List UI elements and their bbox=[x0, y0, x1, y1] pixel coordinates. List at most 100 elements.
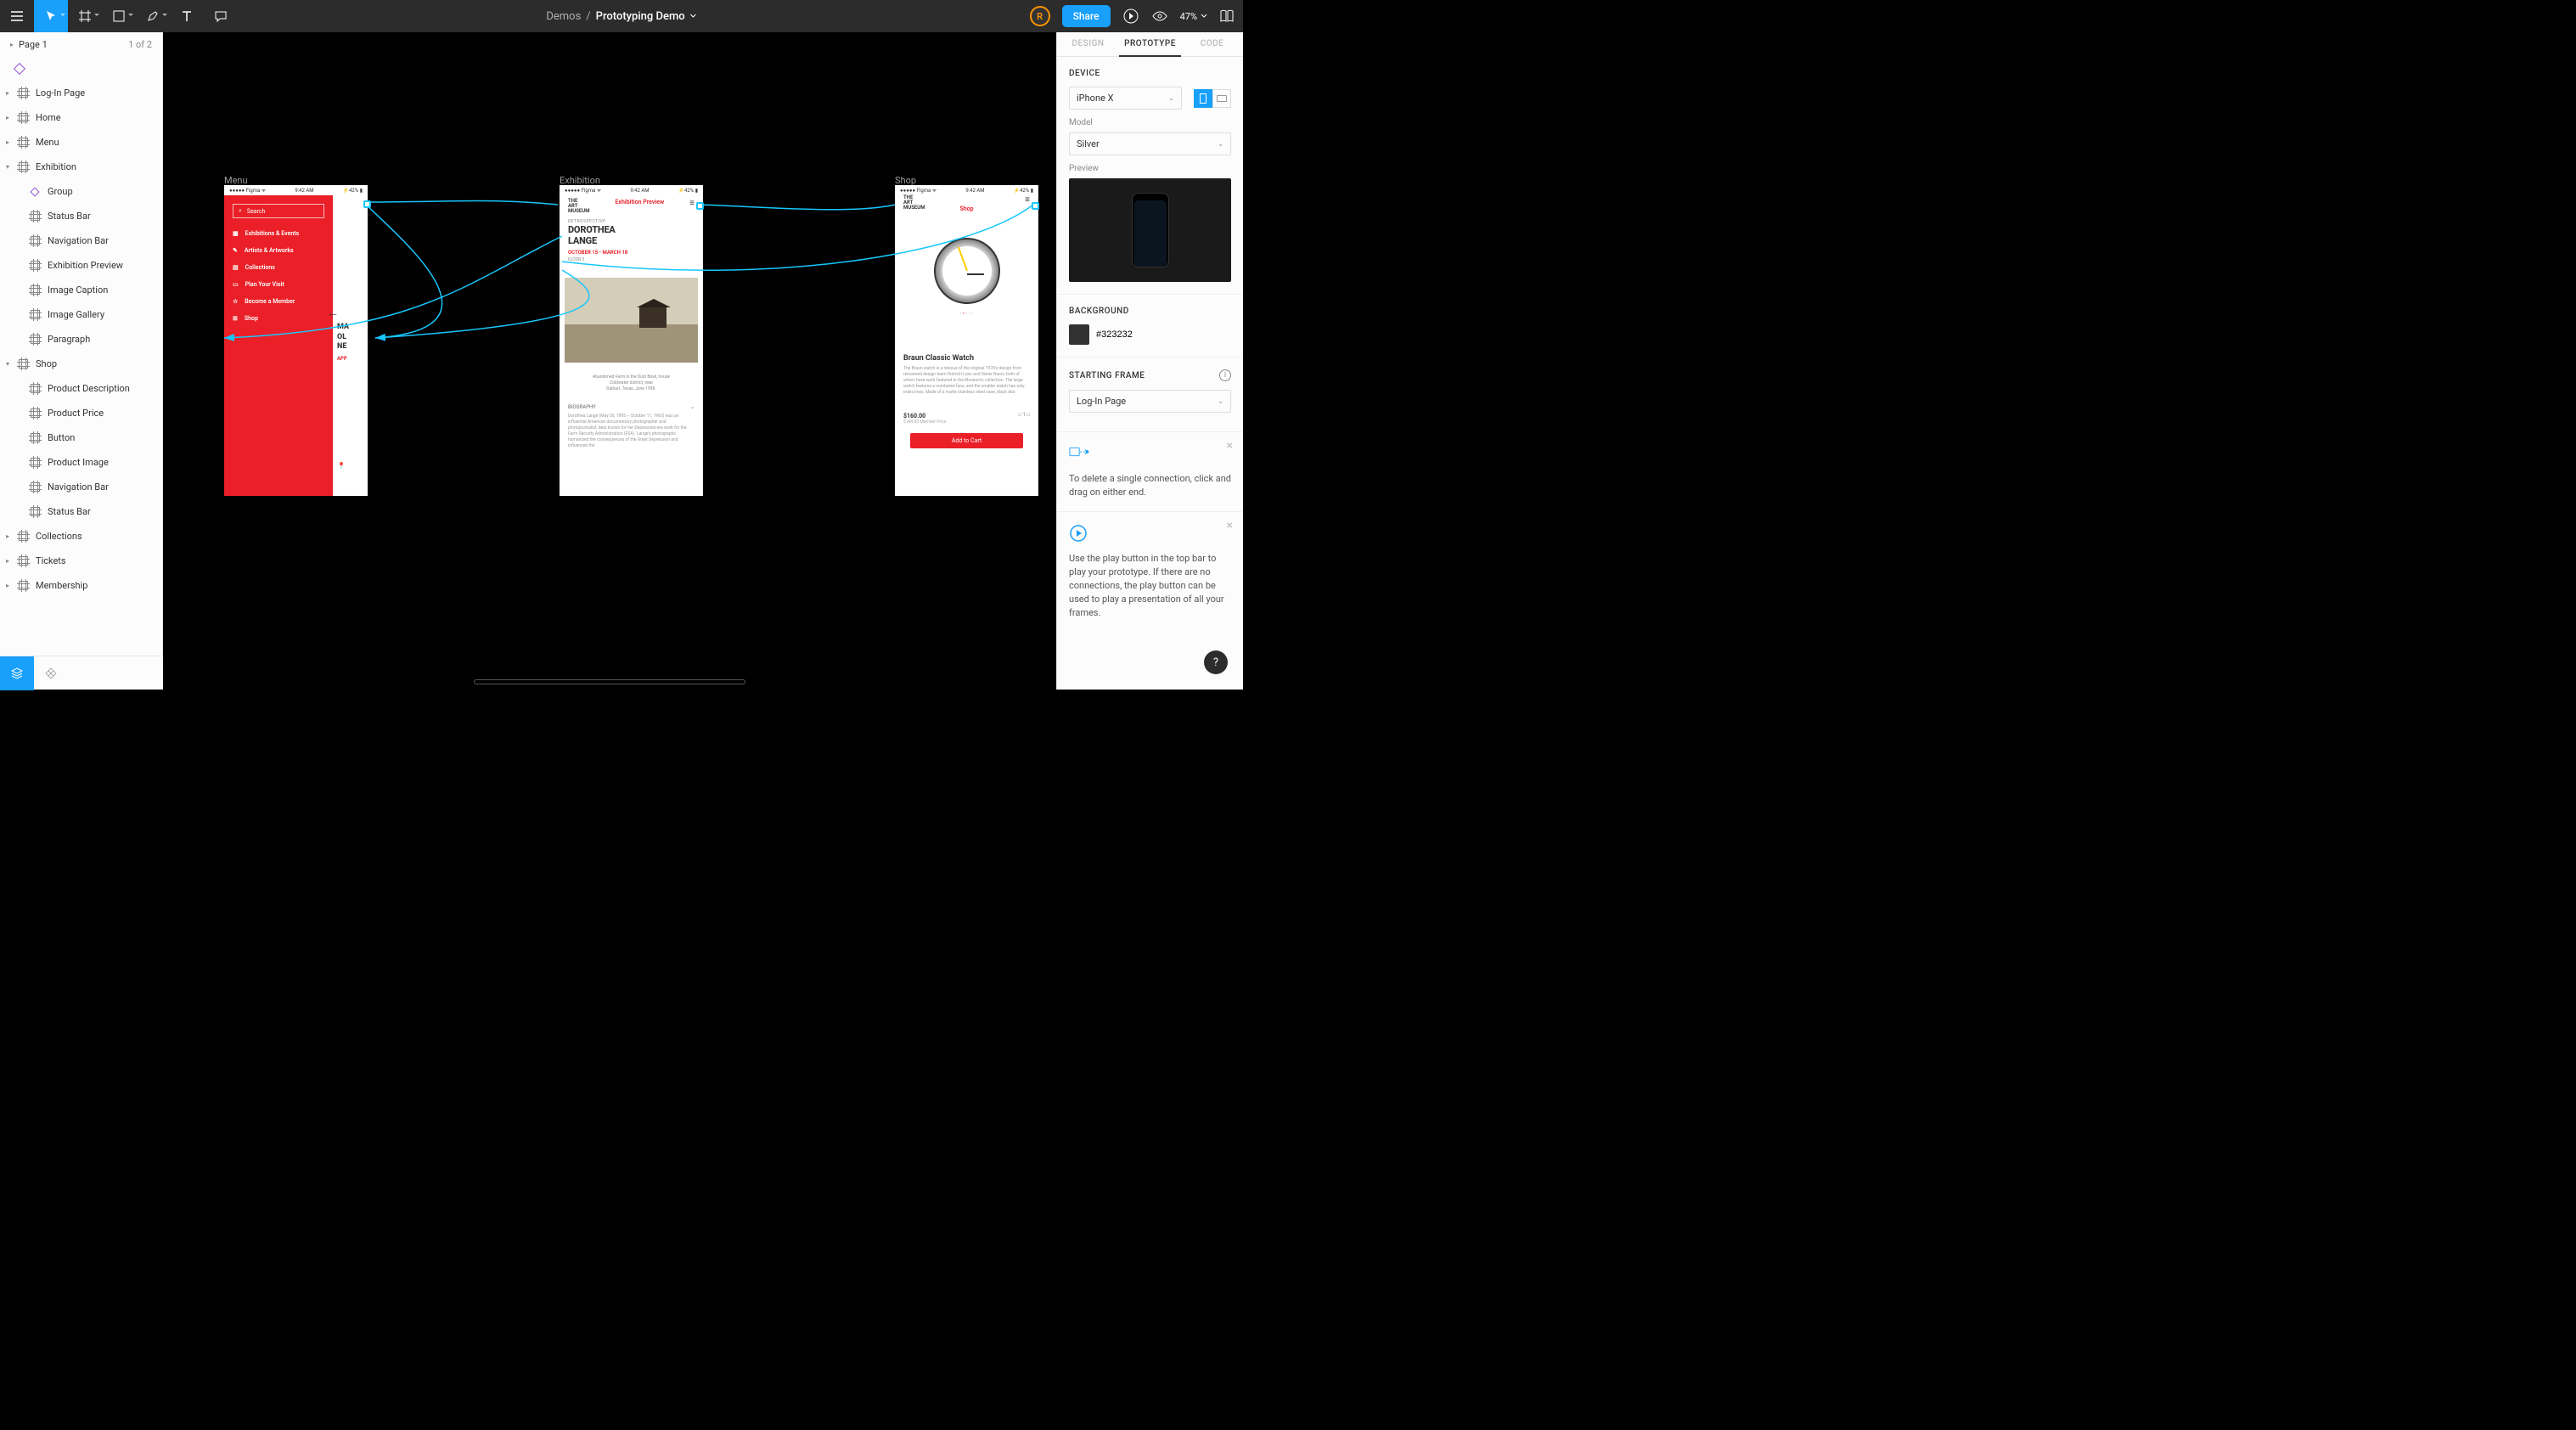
layer-image-caption[interactable]: Image Caption bbox=[0, 278, 162, 302]
exhibition-dates: OCTOBER 15 - MARCH 18 bbox=[568, 250, 695, 256]
frame-icon bbox=[31, 335, 40, 344]
layer-image-gallery[interactable]: Image Gallery bbox=[0, 302, 162, 327]
tab-design[interactable]: DESIGN bbox=[1057, 32, 1119, 56]
hamburger-icon[interactable]: ≡ bbox=[1025, 195, 1030, 205]
avatar[interactable]: R bbox=[1030, 6, 1050, 26]
comment-tool[interactable] bbox=[204, 0, 238, 32]
main-menu-button[interactable] bbox=[0, 0, 34, 32]
chevron-down-icon[interactable] bbox=[690, 13, 697, 20]
chevron-down-icon: ⌄ bbox=[1218, 140, 1223, 148]
landscape-button[interactable] bbox=[1212, 89, 1231, 108]
move-tool[interactable] bbox=[34, 0, 68, 32]
menu-item-artists[interactable]: ✎Artists & Artworks bbox=[233, 242, 324, 259]
quantity-stepper[interactable]: □ 1 □ bbox=[1018, 412, 1030, 418]
book-icon bbox=[1219, 8, 1235, 24]
layer-log-in-page[interactable]: ▸Log-In Page bbox=[0, 81, 162, 105]
menu-item-exhibitions[interactable]: ▦Exhibitions & Events bbox=[233, 225, 324, 242]
zoom-level[interactable]: 47% bbox=[1180, 11, 1207, 22]
layer-membership[interactable]: ▸Membership bbox=[0, 573, 162, 598]
exhibition-title: DOROTHEA LANGE bbox=[568, 224, 695, 246]
menu-item-plan-visit[interactable]: ▭Plan Your Visit bbox=[233, 276, 324, 293]
connection-node[interactable] bbox=[363, 200, 371, 208]
shape-tool[interactable] bbox=[102, 0, 136, 32]
help-button[interactable]: ? bbox=[1204, 650, 1228, 674]
watch-icon bbox=[934, 238, 1000, 304]
layer-shop[interactable]: ▾Shop bbox=[0, 352, 162, 376]
play-circle-tip-icon bbox=[1069, 524, 1093, 539]
frame-icon bbox=[31, 236, 40, 245]
library-button[interactable] bbox=[1219, 8, 1235, 24]
cursor-icon bbox=[44, 9, 58, 23]
connection-node[interactable] bbox=[1032, 202, 1039, 210]
text-icon bbox=[180, 9, 194, 23]
logo: THE ART MUSEUM bbox=[903, 195, 925, 211]
artboard-exhibition[interactable]: ●●●●● Figma ᯤ9:42 AM⚡42% ▮ THE ART MUSEU… bbox=[560, 185, 703, 496]
background-section: BACKGROUND bbox=[1057, 295, 1243, 358]
layer-exhibition-preview[interactable]: Exhibition Preview bbox=[0, 253, 162, 278]
breadcrumb-current[interactable]: Prototyping Demo bbox=[596, 10, 685, 23]
component-marker-row[interactable] bbox=[0, 57, 162, 81]
close-tip-button[interactable]: × bbox=[1227, 437, 1233, 454]
layer-paragraph[interactable]: Paragraph bbox=[0, 327, 162, 352]
portrait-button[interactable] bbox=[1194, 89, 1212, 108]
canvas-horizontal-scrollbar[interactable] bbox=[474, 679, 745, 684]
pagination-dots[interactable]: • • • • • bbox=[903, 311, 1030, 317]
text-tool[interactable] bbox=[170, 0, 204, 32]
page-selector[interactable]: ▸ Page 1 1 of 2 bbox=[0, 32, 162, 57]
menu-item-member[interactable]: ☆Become a Member bbox=[233, 293, 324, 310]
layer-tickets[interactable]: ▸Tickets bbox=[0, 549, 162, 573]
starting-frame-select[interactable]: Log-In Page⌄ bbox=[1069, 390, 1231, 413]
device-select[interactable]: iPhone X⌄ bbox=[1069, 87, 1182, 110]
breadcrumb-parent[interactable]: Demos bbox=[546, 10, 581, 23]
layer-collections[interactable]: ▸Collections bbox=[0, 524, 162, 549]
layer-menu[interactable]: ▸Menu bbox=[0, 130, 162, 155]
layer-group[interactable]: Group bbox=[0, 179, 162, 204]
layer-shop-status-bar[interactable]: Status Bar bbox=[0, 499, 162, 524]
search-input[interactable]: ⌕Search bbox=[233, 204, 324, 218]
present-button[interactable] bbox=[1122, 8, 1139, 25]
chevron-down-icon bbox=[1201, 13, 1207, 20]
menu-item-shop[interactable]: ⊞Shop bbox=[233, 310, 324, 327]
status-bar: ●●●●● Figma ᯤ9:42 AM⚡42% ▮ bbox=[895, 185, 1038, 195]
tab-code[interactable]: CODE bbox=[1181, 32, 1243, 56]
pen-tool[interactable] bbox=[136, 0, 170, 32]
breadcrumb[interactable]: Demos / Prototyping Demo bbox=[546, 10, 696, 23]
model-select[interactable]: Silver⌄ bbox=[1069, 132, 1231, 155]
canvas[interactable]: Menu ●●●●● Figma ᯤ9:42 AM⚡42% ▮ ⌕Search … bbox=[163, 32, 1056, 690]
tab-prototype[interactable]: PROTOTYPE bbox=[1119, 32, 1181, 57]
view-settings-button[interactable] bbox=[1151, 8, 1168, 25]
close-tip-button[interactable]: × bbox=[1227, 517, 1233, 534]
add-to-cart-button[interactable]: Add to Cart bbox=[910, 433, 1023, 448]
info-icon[interactable]: i bbox=[1219, 369, 1231, 381]
frame-icon bbox=[19, 113, 28, 122]
frame-tool[interactable] bbox=[68, 0, 102, 32]
assets-tab-button[interactable] bbox=[34, 656, 68, 690]
layer-status-bar[interactable]: Status Bar bbox=[0, 204, 162, 228]
layer-button[interactable]: Button bbox=[0, 425, 162, 450]
artboard-menu[interactable]: ●●●●● Figma ᯤ9:42 AM⚡42% ▮ ⌕Search ▦Exhi… bbox=[224, 185, 368, 496]
share-button[interactable]: Share bbox=[1062, 5, 1111, 27]
layer-exhibition[interactable]: ▾Exhibition bbox=[0, 155, 162, 179]
layer-product-price[interactable]: Product Price bbox=[0, 401, 162, 425]
chevron-down-icon bbox=[162, 14, 167, 16]
biography-header[interactable]: BIOGRAPHY⌄ bbox=[568, 404, 695, 410]
properties-panel: DESIGN PROTOTYPE CODE DEVICE iPhone X⌄ M… bbox=[1056, 32, 1243, 690]
connection-tip-icon bbox=[1069, 444, 1093, 459]
background-hex-input[interactable] bbox=[1096, 329, 1231, 340]
background-swatch[interactable] bbox=[1069, 324, 1089, 345]
menu-item-collections[interactable]: ▤Collections bbox=[233, 259, 324, 276]
artboard-shop[interactable]: ●●●●● Figma ᯤ9:42 AM⚡42% ▮ THE ART MUSEU… bbox=[895, 185, 1038, 496]
hamburger-icon[interactable]: ≡ bbox=[689, 199, 695, 214]
layer-product-description[interactable]: Product Description bbox=[0, 376, 162, 401]
hamburger-icon bbox=[10, 9, 24, 23]
layer-navigation-bar[interactable]: Navigation Bar bbox=[0, 228, 162, 253]
frame-icon bbox=[19, 532, 28, 541]
layers-tab-button[interactable] bbox=[0, 656, 34, 690]
layer-shop-navigation-bar[interactable]: Navigation Bar bbox=[0, 475, 162, 499]
back-arrow-icon[interactable]: ← bbox=[327, 306, 339, 321]
logo: THE ART MUSEUM bbox=[568, 199, 590, 214]
layer-home[interactable]: ▸Home bbox=[0, 105, 162, 130]
layer-product-image[interactable]: Product Image bbox=[0, 450, 162, 475]
exhibition-preview-tab[interactable]: Exhibition Preview bbox=[615, 199, 664, 214]
connection-node[interactable] bbox=[696, 202, 704, 210]
